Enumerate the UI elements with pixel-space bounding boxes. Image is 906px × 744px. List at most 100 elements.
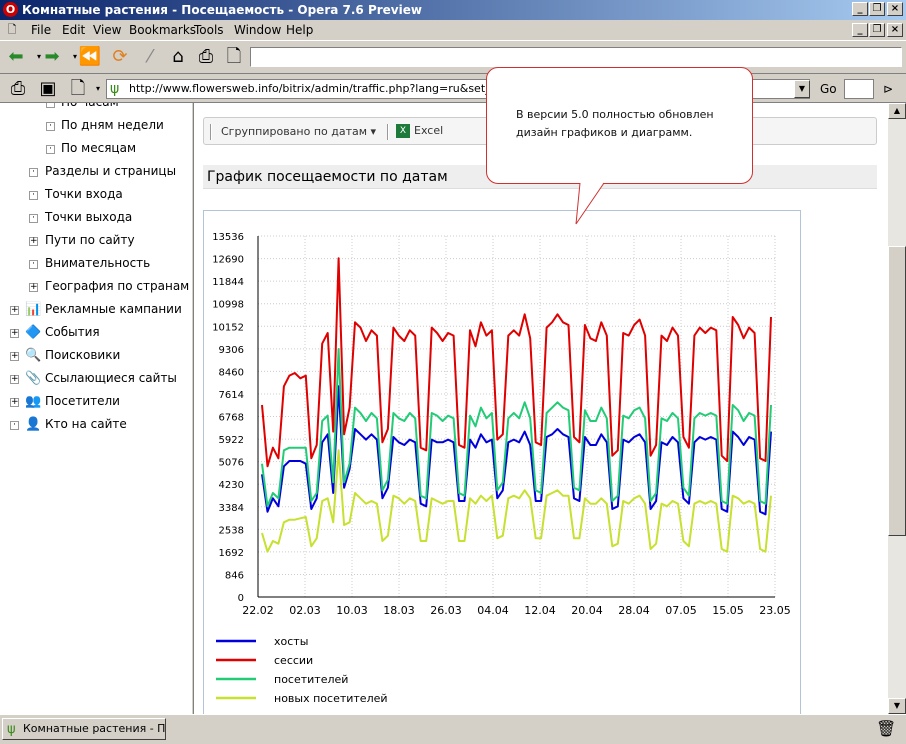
tree-expander[interactable]: + <box>10 352 19 361</box>
reload-icon[interactable]: ⟳ <box>108 45 132 69</box>
y-tick-label: 846 <box>225 570 244 581</box>
y-tick-label: 13536 <box>212 232 244 243</box>
panel-toggle-icon[interactable]: ⊳ <box>876 77 900 101</box>
window-titlebar: O Комнатные растения - Посещаемость - Op… <box>0 0 906 20</box>
y-tick-label: 12690 <box>212 255 244 266</box>
tree-expander[interactable]: + <box>10 306 19 315</box>
menu-bar: 🗋 File Edit View Bookmarks Tools Window … <box>0 20 906 40</box>
y-tick-label: 10152 <box>212 322 244 333</box>
tree-item[interactable]: Внимательность <box>45 256 150 270</box>
tree-expander[interactable]: + <box>10 398 19 407</box>
legend-label: посетителей <box>274 673 348 686</box>
y-tick-label: 3384 <box>219 503 244 514</box>
menu-edit[interactable]: Edit <box>62 23 85 37</box>
y-tick-label: 5922 <box>219 435 244 446</box>
scroll-thumb[interactable] <box>888 246 906 536</box>
rewind-icon[interactable]: ⏪ <box>78 45 102 69</box>
address-dropdown-button[interactable]: ▼ <box>794 80 810 98</box>
opera-icon: O <box>3 2 18 17</box>
tree-expander[interactable]: · <box>29 191 38 200</box>
printer-icon[interactable]: ⎙ <box>6 77 30 101</box>
doc-close-button[interactable]: × <box>887 23 903 37</box>
task-button[interactable]: ψ Комнатные растения - П... <box>2 718 166 740</box>
x-tick-label: 15.05 <box>712 604 744 617</box>
menu-tools[interactable]: Tools <box>194 23 224 37</box>
x-tick-label: 26.03 <box>430 604 462 617</box>
forward-icon[interactable]: ➡ <box>40 45 64 69</box>
x-tick-label: 02.03 <box>289 604 321 617</box>
doc-minimize-button[interactable]: _ <box>852 23 868 37</box>
vertical-scrollbar[interactable]: ▲ ▼ <box>888 103 906 714</box>
tree-expander[interactable]: + <box>29 237 38 246</box>
y-tick-label: 5076 <box>219 458 244 469</box>
tree-expander[interactable]: · <box>46 103 55 108</box>
scroll-up-button[interactable]: ▲ <box>888 103 906 119</box>
tree-item[interactable]: Точки входа <box>45 187 123 201</box>
tree-item[interactable]: Разделы и страницы <box>45 164 176 178</box>
tree-item[interactable]: Рекламные кампании <box>45 302 182 316</box>
y-tick-label: 9306 <box>219 345 244 356</box>
y-tick-label: 2538 <box>219 525 244 536</box>
scroll-down-button[interactable]: ▼ <box>888 698 906 714</box>
toolbar-separator <box>387 124 389 140</box>
home-icon[interactable]: ⌂ <box>166 45 190 69</box>
x-tick-label: 12.04 <box>524 604 556 617</box>
new-page-icon[interactable]: 🗋 <box>222 45 246 69</box>
excel-export-button[interactable]: X Excel <box>396 124 443 138</box>
toolbar-separator <box>210 124 212 140</box>
taskbar: ψ Комнатные растения - П... 🗑 <box>0 714 906 744</box>
tree-splitter[interactable] <box>191 103 194 714</box>
tree-expander[interactable]: · <box>29 260 38 269</box>
navigation-toolbar: ⬅ ▾ ➡ ▾ ⏪ ⟳ ⁄ ⌂ ⎙ 🗋 <box>0 40 906 74</box>
series-line-2 <box>261 348 772 508</box>
tree-expander[interactable]: · <box>29 214 38 223</box>
tree-expander[interactable]: + <box>10 329 19 338</box>
picture-icon[interactable]: ▣ <box>36 77 60 101</box>
group-by-dropdown[interactable]: Сгруппировано по датам ▾ <box>221 125 376 138</box>
minimize-button[interactable]: _ <box>852 2 868 16</box>
navigation-tree: · По часам · По дням недели · По месяцам · Разд… <box>0 103 191 714</box>
tree-item[interactable]: События <box>45 325 100 339</box>
menu-help[interactable]: Help <box>286 23 313 37</box>
traffic-chart: 0 846 1692 2538 3384 4230 5076 5922 6768 7614 8460… <box>212 232 791 705</box>
tree-item[interactable]: География по странам <box>45 279 189 293</box>
print-icon[interactable]: ⎙ <box>194 45 218 69</box>
doc-restore-button[interactable]: ❐ <box>869 23 885 37</box>
menu-bookmarks[interactable]: Bookmarks <box>129 23 196 37</box>
menu-view[interactable]: View <box>93 23 121 37</box>
back-icon[interactable]: ⬅ <box>4 45 28 69</box>
document-icon: 🗋 <box>7 23 17 36</box>
menu-window[interactable]: Window <box>234 23 281 37</box>
tree-item[interactable]: Посетители <box>45 394 120 408</box>
tree-expander[interactable]: + <box>29 283 38 292</box>
trash-icon[interactable]: 🗑 <box>876 719 896 738</box>
search-engine-field[interactable] <box>844 79 874 99</box>
y-tick-label: 10998 <box>212 300 244 311</box>
go-button[interactable]: Go <box>820 82 837 96</box>
restore-button[interactable]: ❐ <box>869 2 885 16</box>
close-button[interactable]: × <box>887 2 903 16</box>
search-engines-icon: 🔍 <box>25 348 42 363</box>
tree-item[interactable]: По часам <box>61 103 119 109</box>
x-tick-label: 22.02 <box>242 604 274 617</box>
address-url: http://www.flowersweb.info/bitrix/admin/… <box>129 82 530 95</box>
tree-expander[interactable]: · <box>29 168 38 177</box>
page-content: · По часам · По дням недели · По месяцам · Разд… <box>0 103 888 714</box>
tree-item[interactable]: Точки выхода <box>45 210 132 224</box>
stop-icon[interactable]: ⁄ <box>138 45 162 69</box>
tree-item[interactable]: Пути по сайту <box>45 233 135 247</box>
events-icon: 🔷 <box>25 325 42 340</box>
x-tick-label: 04.04 <box>477 604 509 617</box>
tree-item[interactable]: Кто на сайте <box>45 417 127 431</box>
tree-expander[interactable]: · <box>46 145 55 154</box>
tree-item[interactable]: По месяцам <box>61 141 136 155</box>
tree-item[interactable]: Поисковики <box>45 348 120 362</box>
tree-item[interactable]: Ссылающиеся сайты <box>45 371 177 385</box>
tree-expander[interactable]: · <box>10 421 19 430</box>
tree-expander[interactable]: + <box>10 375 19 384</box>
tree-expander[interactable]: · <box>46 122 55 131</box>
toolbar-search-field[interactable] <box>250 47 902 67</box>
menu-file[interactable]: File <box>31 23 51 37</box>
tree-item[interactable]: По дням недели <box>61 118 164 132</box>
x-tick-label: 18.03 <box>383 604 415 617</box>
